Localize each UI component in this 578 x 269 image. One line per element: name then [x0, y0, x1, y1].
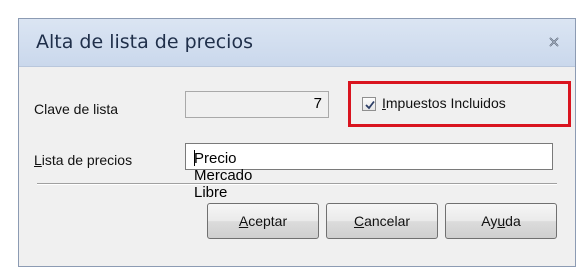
- lista-precios-input[interactable]: Precio Mercado Libre: [185, 143, 553, 201]
- impuestos-label-text: mpuestos Incluidos: [385, 95, 506, 111]
- ayuda-accel: u: [497, 213, 506, 229]
- ayuda-text-pre: Ay: [481, 213, 498, 229]
- aceptar-text: ceptar: [248, 213, 288, 229]
- impuestos-highlight-box: Impuestos Incluidos: [348, 81, 571, 127]
- lista-precios-value: Precio Mercado Libre: [194, 150, 253, 201]
- dialog-title: Alta de lista de precios: [36, 31, 253, 53]
- clave-lista-value: 7: [313, 95, 322, 112]
- ayuda-button[interactable]: Ayuda: [445, 203, 557, 239]
- clave-lista-label-text: Clave de lista: [34, 101, 119, 117]
- lista-precios-label-accel: L: [34, 152, 42, 168]
- cancelar-button[interactable]: Cancelar: [326, 203, 438, 239]
- aceptar-accel: A: [238, 213, 249, 229]
- close-icon: [548, 36, 560, 48]
- dialog-titlebar: Alta de lista de precios: [19, 19, 575, 67]
- clave-lista-field: 7: [185, 91, 329, 118]
- cancelar-accel: C: [353, 213, 365, 229]
- checkmark-icon: [365, 100, 375, 110]
- lista-precios-label-text: ista de precios: [41, 152, 133, 168]
- aceptar-button[interactable]: Aceptar: [207, 203, 319, 239]
- clave-lista-label: Clave de lista: [34, 101, 118, 117]
- close-button[interactable]: [544, 32, 564, 52]
- lista-precios-label: Lista de precios: [34, 152, 132, 168]
- impuestos-label[interactable]: Impuestos Incluidos: [382, 95, 506, 111]
- text-caret: [194, 150, 195, 166]
- dialog-window: Alta de lista de precios Clave de lista …: [18, 18, 576, 267]
- cancelar-text: ancelar: [364, 213, 411, 229]
- impuestos-checkbox[interactable]: [362, 97, 376, 111]
- ayuda-text: da: [505, 213, 521, 229]
- separator: [37, 183, 557, 185]
